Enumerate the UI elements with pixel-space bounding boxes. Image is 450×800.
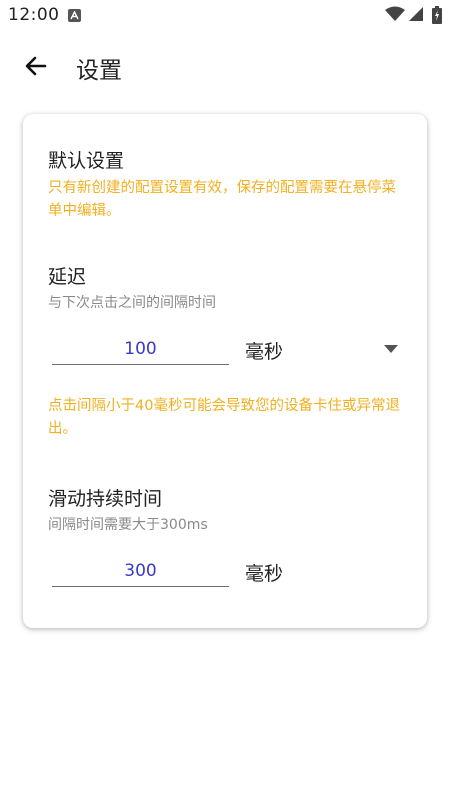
back-button[interactable] xyxy=(16,46,56,86)
page-title: 设置 xyxy=(76,58,122,84)
default-settings-title: 默认设置 xyxy=(48,150,125,172)
swipe-duration-title: 滑动持续时间 xyxy=(48,488,163,510)
signal-icon xyxy=(408,6,424,26)
dropdown-arrow-icon[interactable] xyxy=(384,345,398,353)
default-settings-notice: 只有新创建的配置设置有效，保存的配置需要在悬停菜单中编辑。 xyxy=(48,180,396,219)
delay-warning: 点击间隔小于40毫秒可能会导致您的设备卡住或异常退出。 xyxy=(48,398,400,437)
battery-icon xyxy=(432,6,442,28)
status-bar: 12:00 xyxy=(0,0,450,32)
swipe-duration-field[interactable] xyxy=(52,557,229,587)
delay-subtitle: 与下次点击之间的间隔时间 xyxy=(48,295,216,311)
delay-unit-select[interactable]: 毫秒 xyxy=(245,337,283,364)
a-notification-icon xyxy=(68,9,81,22)
wifi-icon xyxy=(385,6,405,26)
app-bar: 设置 xyxy=(0,32,450,100)
swipe-duration-input[interactable] xyxy=(52,557,229,585)
delay-field[interactable] xyxy=(52,335,229,365)
delay-title: 延迟 xyxy=(48,266,87,288)
status-time: 12:00 xyxy=(8,5,60,25)
delay-input[interactable] xyxy=(52,335,229,363)
swipe-duration-unit: 毫秒 xyxy=(245,563,284,585)
swipe-duration-subtitle: 间隔时间需要大于300ms xyxy=(48,517,208,533)
arrow-left-icon xyxy=(25,56,47,76)
